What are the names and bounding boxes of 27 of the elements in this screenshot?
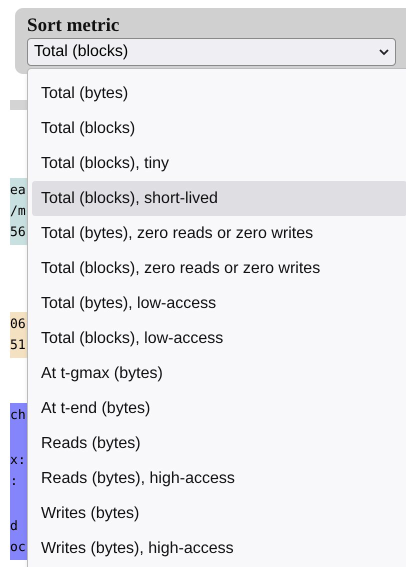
dropdown-option[interactable]: Total (blocks), tiny	[32, 146, 406, 181]
code-text: oc	[10, 539, 27, 557]
chevron-down-icon	[379, 48, 389, 56]
dropdown-option[interactable]: Total (bytes), zero reads or zero writes	[32, 216, 406, 251]
code-text: 06	[10, 316, 27, 334]
dropdown-option[interactable]: At t-end (bytes)	[32, 391, 406, 426]
code-text: ch	[10, 407, 27, 425]
dropdown-option[interactable]: Total (bytes), low-access	[32, 286, 406, 321]
dropdown-option[interactable]: Total (blocks), low-access	[32, 321, 406, 356]
dropdown-option[interactable]: Total (blocks)	[32, 111, 406, 146]
code-text: :	[10, 473, 19, 491]
code-text: ea	[10, 182, 27, 200]
dropdown-option[interactable]: At t-gmax (bytes)	[32, 356, 406, 391]
dropdown-option[interactable]: Writes (bytes)	[32, 496, 406, 531]
dropdown-option[interactable]: Total (bytes)	[32, 76, 406, 111]
code-text: x:	[10, 452, 27, 470]
code-text: /m	[10, 203, 27, 221]
dropdown-option[interactable]: Total (blocks), zero reads or zero writes	[32, 251, 406, 286]
sort-metric-label: Sort metric	[27, 15, 120, 37]
dropdown-option[interactable]: Reads (bytes)	[32, 426, 406, 461]
code-text: d	[10, 518, 19, 536]
sort-metric-select[interactable]: Total (blocks)	[27, 38, 396, 66]
dropdown-option[interactable]: Reads (bytes), high-access	[32, 461, 406, 496]
dropdown-option[interactable]: Total (blocks), short-lived	[32, 181, 406, 216]
dropdown-option[interactable]: Writes (bytes), high-access	[32, 531, 406, 566]
code-text: 56	[10, 224, 27, 242]
code-text: 51	[10, 337, 27, 355]
